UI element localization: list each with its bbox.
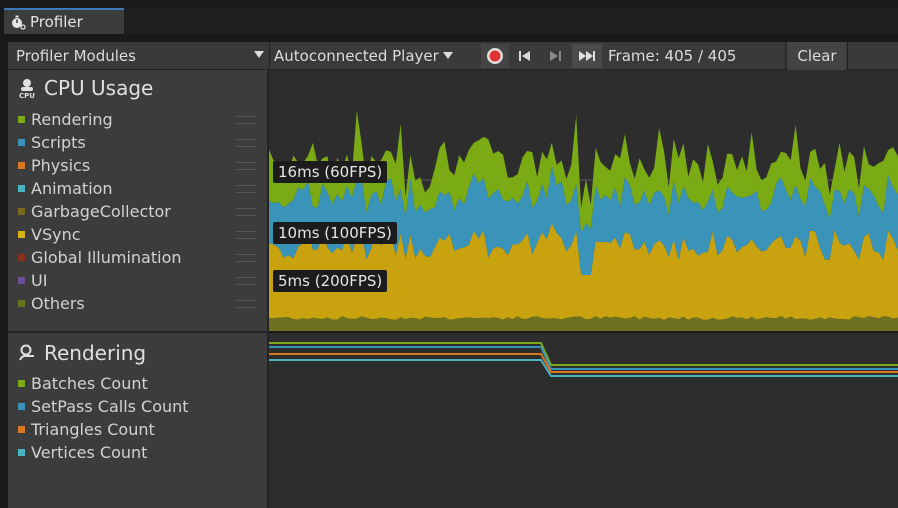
cpu-legend: Rendering Scripts Physics Animation Garb… <box>18 108 258 315</box>
profiler-modules-dropdown[interactable]: Profiler Modules <box>16 42 266 70</box>
swatch <box>18 426 25 433</box>
record-icon <box>486 47 504 65</box>
target-label: Autoconnected Player <box>274 47 439 65</box>
rendering-icon <box>18 344 36 362</box>
current-frame-button[interactable] <box>572 44 602 68</box>
swatch <box>18 380 25 387</box>
legend-label: Others <box>31 294 85 313</box>
first-frame-icon <box>519 50 531 62</box>
drag-handle-icon[interactable] <box>236 300 256 308</box>
next-frame-button[interactable] <box>541 44 569 68</box>
marker-5ms: 5ms (200FPS) <box>273 270 388 292</box>
legend-item-others[interactable]: Others <box>18 292 258 315</box>
legend-item-vertices[interactable]: Vertices Count <box>18 441 258 464</box>
legend-label: GarbageCollector <box>31 202 171 221</box>
cpu-module-label: CPU Usage <box>44 76 154 100</box>
frame-label: Frame: 405 / 405 <box>608 47 737 65</box>
rendering-chart[interactable] <box>269 333 898 508</box>
drag-handle-icon[interactable] <box>236 139 256 147</box>
module-divider <box>8 331 267 333</box>
swatch <box>18 300 25 307</box>
legend-label: Animation <box>31 179 113 198</box>
legend-label: VSync <box>31 225 81 244</box>
svg-text:CPU: CPU <box>19 92 35 98</box>
legend-label: Batches Count <box>31 374 148 393</box>
legend-label: Triangles Count <box>31 420 155 439</box>
first-frame-button[interactable] <box>511 44 539 68</box>
drag-handle-icon[interactable] <box>236 185 256 193</box>
drag-handle-icon[interactable] <box>236 277 256 285</box>
legend-label: Scripts <box>31 133 86 152</box>
last-frame-icon <box>579 50 595 62</box>
rendering-legend: Batches Count SetPass Calls Count Triang… <box>18 372 258 464</box>
legend-label: Global Illumination <box>31 248 182 267</box>
legend-label: UI <box>31 271 48 290</box>
swatch <box>18 116 25 123</box>
legend-label: Rendering <box>31 110 113 129</box>
legend-item-garbage-collector[interactable]: GarbageCollector <box>18 200 258 223</box>
stopwatch-icon <box>10 14 26 30</box>
next-frame-icon <box>549 50 561 62</box>
rendering-chart-svg <box>269 342 898 377</box>
swatch <box>18 403 25 410</box>
dropdown-arrow-icon <box>254 51 264 59</box>
rendering-module-label: Rendering <box>44 341 147 365</box>
legend-item-setpass[interactable]: SetPass Calls Count <box>18 395 258 418</box>
legend-item-scripts[interactable]: Scripts <box>18 131 258 154</box>
legend-item-ui[interactable]: UI <box>18 269 258 292</box>
tab-profiler[interactable]: Profiler <box>4 8 124 34</box>
dropdown-arrow-icon <box>442 52 453 60</box>
drag-handle-icon[interactable] <box>236 208 256 216</box>
rendering-module-title[interactable]: Rendering <box>18 341 146 365</box>
legend-item-vsync[interactable]: VSync <box>18 223 258 246</box>
legend-label: Physics <box>31 156 91 175</box>
swatch <box>18 277 25 284</box>
legend-item-animation[interactable]: Animation <box>18 177 258 200</box>
tab-bar <box>8 8 898 34</box>
marker-10ms: 10ms (100FPS) <box>273 222 397 244</box>
legend-item-physics[interactable]: Physics <box>18 154 258 177</box>
drag-handle-icon[interactable] <box>236 162 256 170</box>
drag-handle-icon[interactable] <box>236 231 256 239</box>
drag-handle-icon[interactable] <box>236 254 256 262</box>
legend-item-batches[interactable]: Batches Count <box>18 372 258 395</box>
toolbar-divider <box>785 42 786 70</box>
tab-title: Profiler <box>30 13 83 31</box>
legend-label: Vertices Count <box>31 443 148 462</box>
target-selection-dropdown[interactable]: Autoconnected Player <box>274 42 479 70</box>
frame-counter: Frame: 405 / 405 <box>608 42 736 70</box>
swatch <box>18 449 25 456</box>
legend-item-global-illumination[interactable]: Global Illumination <box>18 246 258 269</box>
clear-label: Clear <box>797 47 837 65</box>
swatch <box>18 185 25 192</box>
swatch <box>18 231 25 238</box>
legend-label: SetPass Calls Count <box>31 397 189 416</box>
legend-item-triangles[interactable]: Triangles Count <box>18 418 258 441</box>
swatch <box>18 162 25 169</box>
drag-handle-icon[interactable] <box>236 116 256 124</box>
swatch <box>18 208 25 215</box>
legend-item-rendering[interactable]: Rendering <box>18 108 258 131</box>
cpu-icon: CPU <box>18 78 36 98</box>
swatch <box>18 254 25 261</box>
marker-16ms: 16ms (60FPS) <box>273 161 388 183</box>
toolbar: Profiler Modules Autoconnected Player Fr… <box>8 42 898 70</box>
cpu-module-title[interactable]: CPU CPU Usage <box>18 76 153 100</box>
profiler-modules-label: Profiler Modules <box>16 47 136 65</box>
record-button[interactable] <box>481 44 509 68</box>
toolbar-divider <box>847 42 848 70</box>
clear-button[interactable]: Clear <box>788 42 846 70</box>
swatch <box>18 139 25 146</box>
toolbar-divider <box>269 42 270 70</box>
